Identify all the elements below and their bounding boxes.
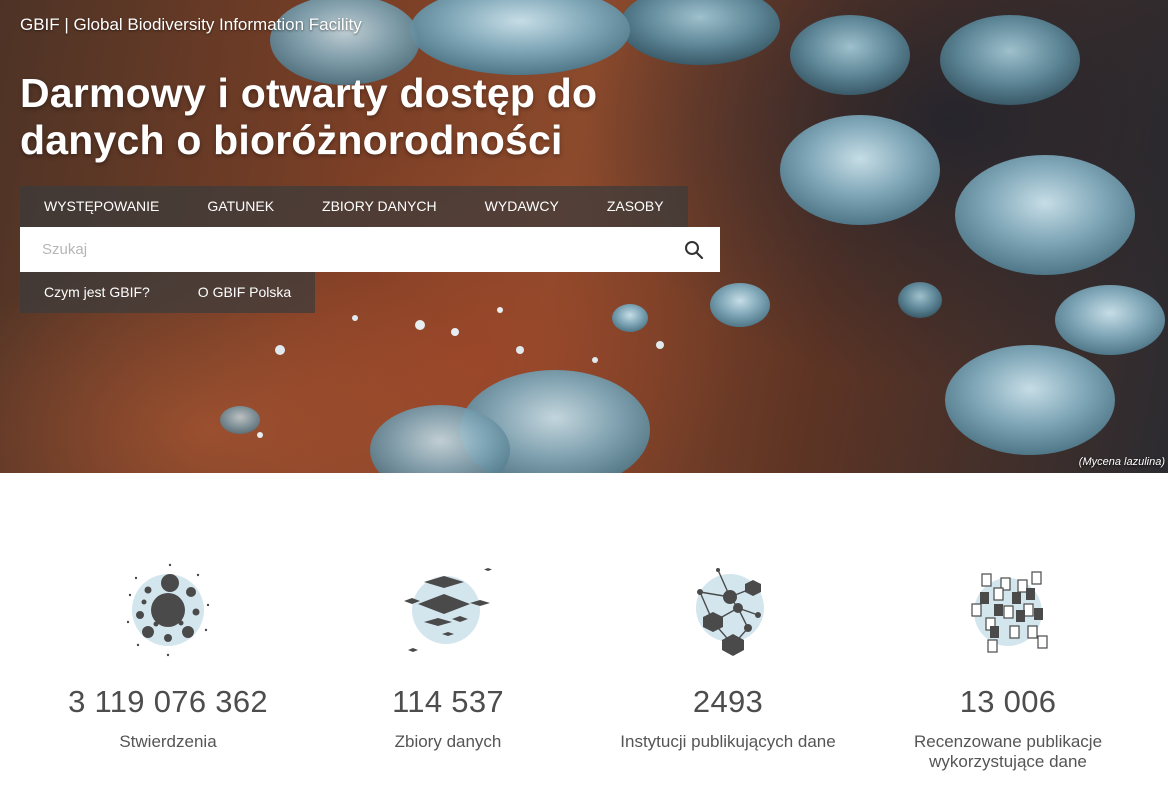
search-input[interactable] [20, 227, 668, 272]
tab-datasets[interactable]: ZBIORY DANYCH [298, 186, 461, 227]
publications-icon [971, 571, 1048, 653]
publishers-icon [696, 568, 764, 656]
stat-value: 114 537 [392, 684, 504, 719]
tab-species[interactable]: GATUNEK [183, 186, 298, 227]
hero-banner: GBIF | Global Biodiversity Information F… [0, 0, 1168, 473]
about-gbif-poland-link[interactable]: O GBIF Polska [174, 272, 315, 313]
search-button[interactable] [668, 227, 720, 272]
tab-resources[interactable]: ZASOBY [583, 186, 688, 227]
stat-datasets[interactable]: 114 537 Zbiory danych [308, 560, 588, 772]
datasets-icon [404, 568, 492, 652]
stat-occurrences[interactable]: 3 119 076 362 Stwierdzenia [28, 560, 308, 772]
stat-publishers[interactable]: 2493 Instytucji publikujących dane [588, 560, 868, 772]
search-bar [20, 227, 720, 272]
stat-value: 3 119 076 362 [68, 684, 268, 719]
occurrences-icon [126, 563, 210, 657]
stat-label: Stwierdzenia [119, 732, 217, 751]
stat-value: 13 006 [959, 684, 1057, 719]
stat-label: Instytucji publikujących dane [620, 732, 836, 751]
stat-value: 2493 [692, 684, 764, 719]
stat-label: Zbiory danych [394, 732, 502, 751]
tab-occurrences[interactable]: WYSTĘPOWANIE [20, 186, 183, 227]
what-is-gbif-link[interactable]: Czym jest GBIF? [20, 272, 174, 313]
stats-section: 3 119 076 362 Stwierdzenia 114 537 Zbior… [28, 560, 1148, 772]
photo-caption: (Mycena lazulina) [1078, 456, 1165, 468]
tab-publishers[interactable]: WYDAWCY [461, 186, 583, 227]
hero-headline: Darmowy i otwarty dostęp do danych o bio… [20, 70, 598, 163]
stat-label: Recenzowane publikacje wykorzystujące da… [913, 732, 1103, 771]
site-brand[interactable]: GBIF | Global Biodiversity Information F… [20, 15, 362, 35]
about-links: Czym jest GBIF? O GBIF Polska [20, 272, 316, 313]
search-type-tabs: WYSTĘPOWANIE GATUNEK ZBIORY DANYCH WYDAW… [20, 186, 688, 227]
stat-publications[interactable]: 13 006 Recenzowane publikacje wykorzystu… [868, 560, 1148, 772]
search-icon [685, 240, 704, 259]
